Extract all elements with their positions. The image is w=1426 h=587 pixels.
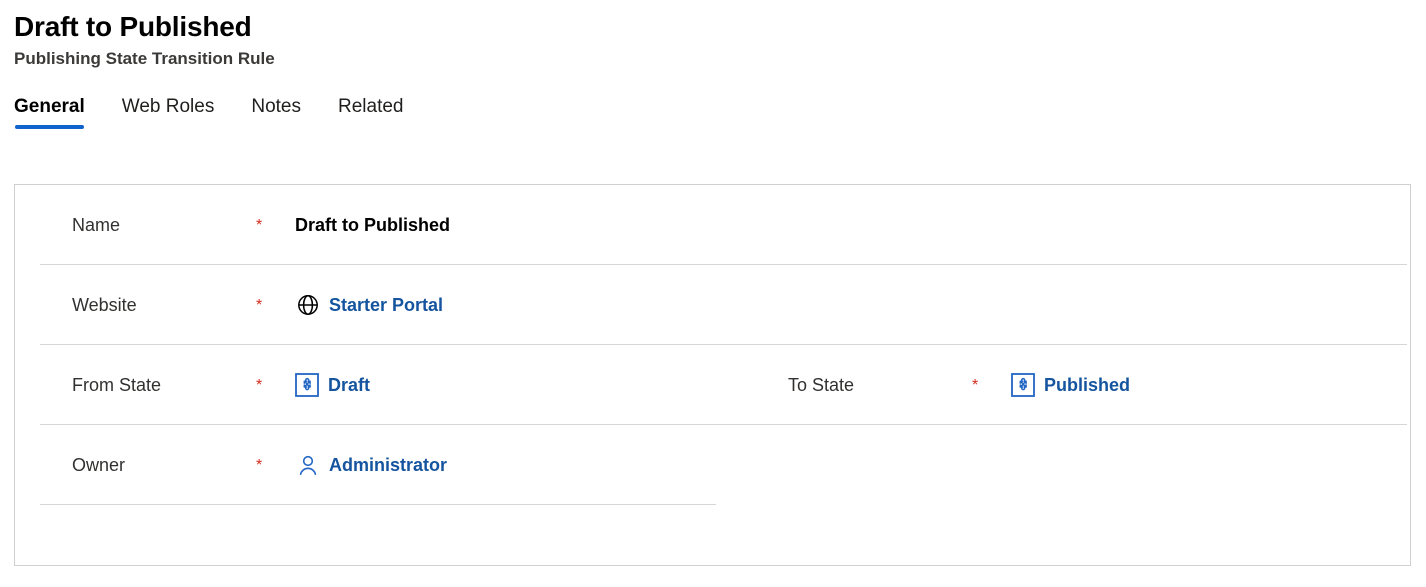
tab-related-label: Related <box>338 96 404 117</box>
general-form-card: Name * Draft to Published Website * Star… <box>14 184 1411 566</box>
entity-icon <box>295 373 319 397</box>
field-to-state-value-link[interactable]: Published <box>1044 373 1130 397</box>
field-name-value[interactable]: Draft to Published <box>295 213 450 237</box>
field-to-state-required-marker: * <box>972 377 979 394</box>
field-website-value-link[interactable]: Starter Portal <box>329 293 443 317</box>
field-to-state-value[interactable]: Published <box>1011 373 1130 397</box>
form-row: From State * Draft To State * Published <box>15 345 1410 425</box>
field-website[interactable]: Website * Starter Portal <box>15 265 731 345</box>
field-from-state-value[interactable]: Draft <box>295 373 370 397</box>
field-name[interactable]: Name * Draft to Published <box>15 185 731 265</box>
field-from-state-value-link[interactable]: Draft <box>328 373 370 397</box>
tab-web-roles-label: Web Roles <box>121 96 215 117</box>
tab-related[interactable]: Related <box>338 94 404 129</box>
field-from-state[interactable]: From State * Draft <box>15 345 731 425</box>
form-row: Name * Draft to Published <box>15 185 1410 265</box>
field-from-state-label: From State <box>72 375 162 395</box>
field-owner-value-link[interactable]: Administrator <box>329 453 447 477</box>
field-to-state[interactable]: To State * Published <box>731 345 1407 425</box>
form-fields-container: Name * Draft to Published Website * Star… <box>15 185 1410 505</box>
tab-notes[interactable]: Notes <box>251 94 301 129</box>
tab-web-roles[interactable]: Web Roles <box>122 94 215 129</box>
field-from-state-required-marker: * <box>256 377 263 394</box>
page-title: Draft to Published <box>14 11 252 42</box>
tab-notes-label: Notes <box>251 96 301 117</box>
tab-general-label: General <box>14 96 85 117</box>
field-owner-label: Owner <box>72 455 126 475</box>
person-icon <box>295 452 321 478</box>
field-owner[interactable]: Owner * Administrator <box>15 425 731 505</box>
field-name-value-text: Draft to Published <box>295 215 451 235</box>
globe-icon <box>295 292 321 318</box>
page-subtitle: Publishing State Transition Rule <box>14 49 275 68</box>
entity-icon <box>1011 373 1035 397</box>
field-owner-value[interactable]: Administrator <box>295 452 447 478</box>
page-header: Draft to Published Publishing State Tran… <box>0 0 1426 71</box>
field-name-required-marker: * <box>256 217 263 234</box>
field-website-label: Website <box>72 295 137 315</box>
field-name-label: Name <box>72 215 121 235</box>
field-website-value[interactable]: Starter Portal <box>295 292 443 318</box>
field-owner-required-marker: * <box>256 457 263 474</box>
form-row: Owner * Administrator <box>15 425 1410 505</box>
row-separator <box>40 504 716 505</box>
field-to-state-label: To State <box>788 375 855 395</box>
tab-bar: General Web Roles Notes Related <box>14 93 1426 129</box>
form-row: Website * Starter Portal <box>15 265 1410 345</box>
tab-general[interactable]: General <box>14 94 85 129</box>
field-website-required-marker: * <box>256 297 263 314</box>
